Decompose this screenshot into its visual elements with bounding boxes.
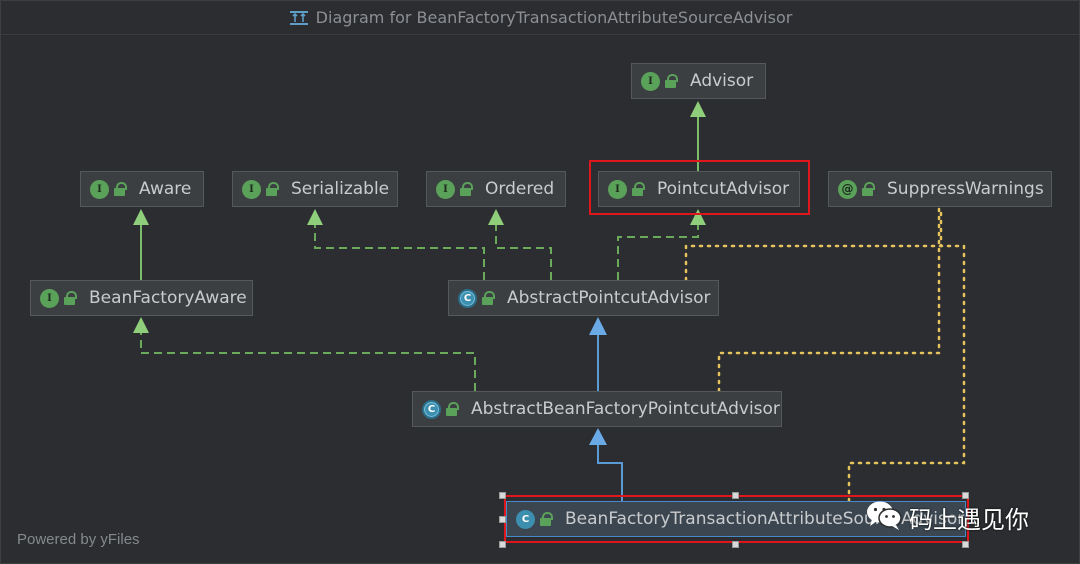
edge-abstractbfpointcutadvisor-suppresswarnings [717, 205, 941, 393]
edge-bftxadvisor-abstractbfpointcutadvisor [597, 445, 623, 501]
watermark: 码上遇见你 [865, 499, 1029, 535]
annotation-badge-icon: @ [838, 179, 857, 199]
selection-handle-bm[interactable] [732, 541, 739, 548]
lock-icon [482, 291, 495, 305]
lock-icon [460, 182, 473, 196]
node-suppresswarnings[interactable]: @ SuppressWarnings [828, 171, 1052, 207]
node-label: BeanFactoryAware [89, 288, 247, 308]
lock-icon [862, 182, 875, 196]
interface-badge-icon: I [436, 179, 455, 199]
powered-by-label: Powered by yFiles [17, 531, 140, 548]
arrowhead-serializable [307, 209, 323, 225]
selection-handle-ml[interactable] [499, 516, 506, 523]
node-ordered[interactable]: I Ordered [426, 171, 566, 207]
arrowhead-abstractbfpointcutadvisor [589, 428, 607, 445]
node-label: SuppressWarnings [887, 179, 1044, 199]
interface-badge-icon: I [242, 179, 261, 199]
edge-bftxadvisor-suppresswarnings [847, 244, 966, 503]
arrowhead-advisor [690, 101, 706, 117]
edge-abstractpointcutadvisor-ordered [495, 225, 552, 280]
highlight-pointcutadvisor [589, 160, 810, 215]
arrowhead-beanfactoryaware [133, 317, 149, 333]
node-label: AbstractPointcutAdvisor [507, 288, 711, 308]
node-advisor[interactable]: I Advisor [631, 63, 766, 99]
lock-icon [114, 182, 127, 196]
edge-abstractpointcutadvisor-suppresswarnings [684, 205, 943, 282]
arrowhead-ordered [488, 209, 504, 225]
selection-handle-bl[interactable] [499, 541, 506, 548]
abstract-class-badge-icon: C [458, 288, 477, 308]
lock-icon [446, 402, 459, 416]
wechat-icon [865, 499, 903, 535]
node-label: Aware [139, 179, 192, 199]
abstract-class-badge-icon: C [422, 399, 441, 419]
edge-abstractbfpointcutadvisor-beanfactoryaware [140, 333, 476, 391]
arrowhead-abstractpointcutadvisor [589, 317, 607, 335]
interface-badge-icon: I [40, 288, 59, 308]
node-label: Serializable [291, 179, 390, 199]
lock-icon [665, 74, 678, 88]
selection-handle-br[interactable] [962, 541, 969, 548]
diagram-window: Diagram for BeanFactoryTransactionAttrib… [0, 0, 1080, 564]
edge-abstractpointcutadvisor-serializable [314, 225, 485, 280]
node-serializable[interactable]: I Serializable [232, 171, 398, 207]
interface-badge-icon: I [90, 179, 109, 199]
selection-handle-tl[interactable] [499, 492, 506, 499]
lock-icon [64, 291, 77, 305]
lock-icon [266, 182, 279, 196]
selection-handle-tr[interactable] [962, 492, 969, 499]
interface-badge-icon: I [641, 71, 660, 91]
node-label: AbstractBeanFactoryPointcutAdvisor [471, 399, 780, 419]
arrowhead-aware [133, 209, 149, 225]
node-abstractpointcutadvisor[interactable]: C AbstractPointcutAdvisor [448, 280, 719, 316]
node-label: Ordered [485, 179, 555, 199]
node-label: Advisor [690, 71, 754, 91]
node-beanfactoryaware[interactable]: I BeanFactoryAware [30, 280, 253, 316]
node-abstractbeanfactorypointcutadvisor[interactable]: C AbstractBeanFactoryPointcutAdvisor [412, 391, 782, 427]
watermark-text: 码上遇见你 [909, 505, 1029, 534]
node-aware[interactable]: I Aware [80, 171, 204, 207]
selection-handle-tm[interactable] [732, 492, 739, 499]
